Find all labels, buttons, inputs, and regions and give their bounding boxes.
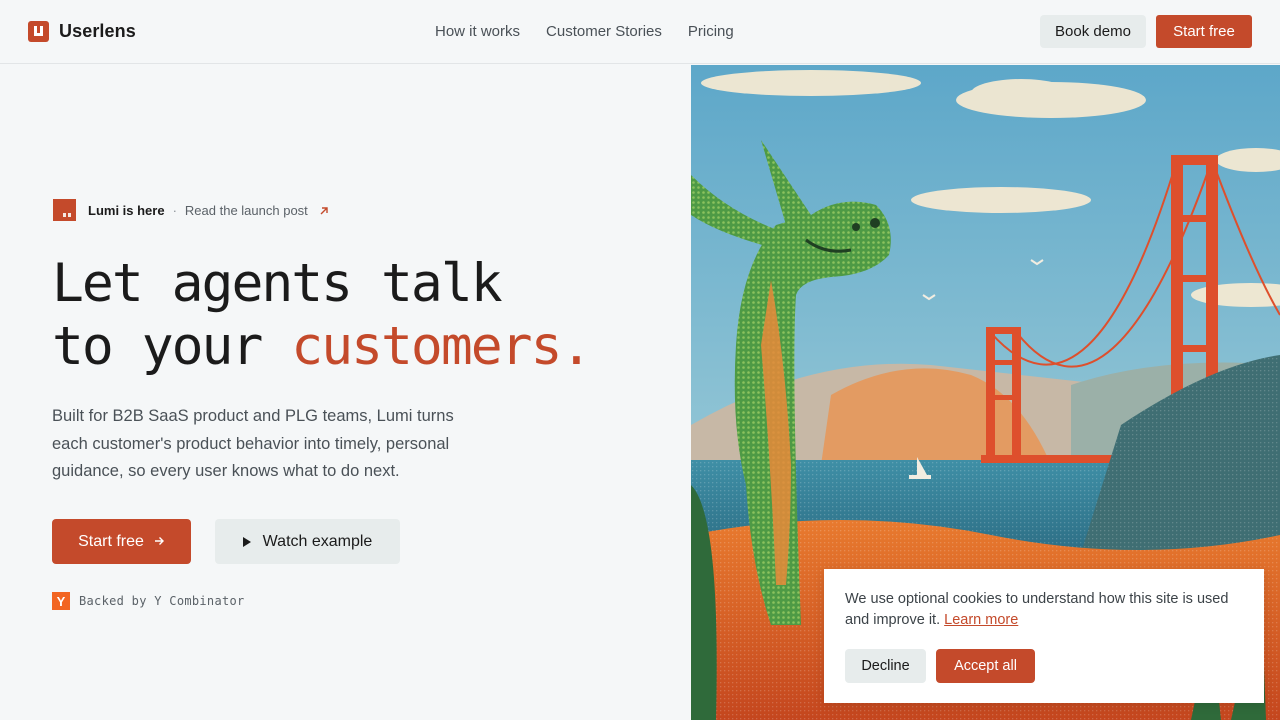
backed-by-yc: Y Backed by Y Combinator — [52, 592, 245, 610]
start-free-nav-button[interactable]: Start free — [1156, 15, 1252, 48]
cookie-message: We use optional cookies to understand ho… — [845, 589, 1243, 631]
learn-more-link[interactable]: Learn more — [944, 612, 1018, 628]
backed-text: Backed by Y Combinator — [79, 594, 245, 608]
announcement-title: Lumi is here — [88, 202, 165, 218]
userlens-logo-icon — [28, 21, 49, 42]
headline-accent-word: customers. — [291, 316, 592, 377]
watch-example-label: Watch example — [262, 532, 373, 550]
cookie-actions: Decline Accept all — [845, 649, 1243, 683]
main-nav: How it works Customer Stories Pricing — [435, 22, 734, 42]
announcement-separator: · — [172, 202, 177, 218]
book-demo-button[interactable]: Book demo — [1040, 15, 1146, 48]
launch-post-link[interactable]: Read the launch post — [185, 203, 308, 218]
nav-customer-stories[interactable]: Customer Stories — [546, 22, 662, 42]
brand-name: Userlens — [59, 21, 136, 41]
headline-line-2-prefix: to your — [52, 316, 263, 377]
nav-how-it-works[interactable]: How it works — [435, 22, 520, 42]
arrow-up-right-icon — [318, 204, 330, 216]
decline-cookies-button[interactable]: Decline — [845, 649, 926, 683]
accept-cookies-button[interactable]: Accept all — [936, 649, 1035, 683]
cookie-banner: We use optional cookies to understand ho… — [824, 569, 1264, 703]
nav-pricing[interactable]: Pricing — [688, 22, 734, 42]
y-combinator-logo: Y — [52, 592, 70, 610]
watch-example-button[interactable]: Watch example — [215, 519, 400, 564]
lumi-badge-icon — [53, 199, 76, 221]
hero-headline: Let agents talk to your customers. — [52, 252, 652, 378]
cookie-text: We use optional cookies to understand ho… — [845, 591, 1229, 628]
brand-logo[interactable]: Userlens — [28, 21, 136, 42]
arrow-right-icon — [154, 533, 165, 551]
start-free-hero-button[interactable]: Start free — [52, 519, 191, 564]
start-free-label: Start free — [78, 532, 144, 550]
announcement-banner[interactable]: Lumi is here · Read the launch post — [53, 199, 330, 221]
headline-line-1: Let agents talk — [52, 253, 503, 314]
hero-subtitle: Built for B2B SaaS product and PLG teams… — [52, 407, 454, 480]
site-header: Userlens How it works Customer Stories P… — [0, 0, 1280, 64]
play-icon — [242, 536, 251, 547]
